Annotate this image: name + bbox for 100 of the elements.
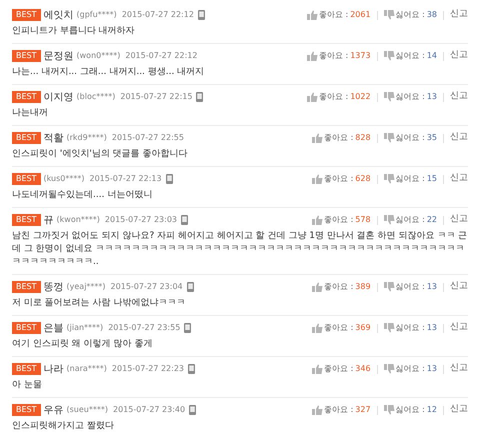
thumbs-down-icon — [384, 282, 395, 292]
like-count: 828 — [355, 132, 371, 144]
user-id: (kwon****) — [56, 214, 100, 226]
like-count: 2061 — [350, 9, 371, 21]
dislike-count: 13 — [426, 363, 437, 375]
dislike-label: 싫어요 : — [396, 9, 425, 21]
like-count: 628 — [355, 173, 371, 185]
like-label: 좋아요 : — [324, 322, 354, 334]
report-link[interactable]: 신고 — [450, 172, 468, 186]
best-badge: BEST — [12, 363, 41, 375]
report-link[interactable]: 신고 — [450, 8, 468, 22]
comment-text: 인피니트가 부릅니다 내꺼하자 — [12, 25, 136, 38]
dislike-label: 싫어요 : — [396, 173, 425, 185]
dislike-label: 싫어요 : — [396, 322, 425, 334]
like-label: 좋아요 : — [324, 404, 354, 416]
dislike-count: 13 — [426, 91, 437, 103]
user-id: (nara****) — [66, 363, 107, 375]
dislike-count: 12 — [426, 404, 437, 416]
report-link[interactable]: 신고 — [450, 362, 468, 376]
user-id: (yeaj****) — [66, 281, 106, 293]
report-link[interactable]: 신고 — [450, 280, 468, 294]
comment-text: 나는내꺼 — [12, 107, 49, 120]
best-badge: BEST — [12, 91, 41, 103]
thumbs-up-icon — [312, 323, 324, 333]
like-count: 346 — [355, 363, 371, 375]
user-id: (bloc****) — [76, 91, 116, 103]
comment-text: 인스피릿해가지고 짤렸다 — [12, 420, 115, 433]
nickname: 문정원 — [44, 50, 74, 64]
dislike-label: 싫어요 : — [396, 281, 425, 293]
comment-text: 저 미로 풀어보려는 사람 나밖에없냐ㅋㅋㅋ — [12, 297, 186, 310]
like-count: 389 — [355, 281, 371, 293]
report-link[interactable]: 신고 — [450, 131, 468, 145]
report-link[interactable]: 신고 — [450, 49, 468, 63]
report-link[interactable]: 신고 — [450, 403, 468, 417]
comment-date: 2015-07-27 22:23 — [112, 363, 184, 375]
thumbs-up-icon — [312, 282, 324, 292]
dislike-label: 싫어요 : — [396, 50, 425, 62]
comment-text: 남친 그까짓거 없어도 되지 않나요? 자피 헤어지고 헤어지고 할 건데 그냥 1명 만나서 결혼 하면 되잖아요 ㅋㅋ 근데 그 한명이 없네요 ㅋㅋㅋㅋㅋㅋㅋㅋㅋㅋㅋㅋㅋㅋㅋㅋㅋㅋㅋㅋㅋㅋㅋㅋㅋㅋㅋㅋㅋㅋㅋㅋㅋㅋㅋㅋㅋㅋㅋㅋㅋㅋㅋㅋㅋㅋㅋㅋㅋㅋ.. — [12, 230, 468, 269]
thumbs-up-icon — [312, 364, 324, 374]
like-count: 1373 — [350, 50, 371, 62]
nickname: 우유 — [44, 404, 64, 418]
thumbs-down-icon — [384, 364, 395, 374]
like-label: 좋아요 : — [324, 132, 354, 144]
comment-date: 2015-07-27 23:55 — [108, 322, 180, 334]
best-badge: BEST — [12, 214, 41, 226]
nickname: 뀨 — [44, 214, 54, 228]
like-label: 좋아요 : — [324, 214, 354, 226]
best-badge: BEST — [12, 50, 41, 62]
comment-date: 2015-07-27 22:13 — [89, 173, 162, 185]
comment-text: 나는... 내꺼지... 그래... 내꺼지... 평생... 내꺼지 — [12, 66, 206, 79]
thumbs-down-icon — [384, 215, 395, 225]
nickname: 나라 — [44, 362, 64, 376]
comment-date: 2015-07-27 22:55 — [112, 132, 184, 144]
dislike-label: 싫어요 : — [396, 214, 425, 226]
user-id: (gpfu****) — [76, 9, 117, 21]
dislike-count: 13 — [426, 322, 437, 334]
dislike-count: 38 — [426, 9, 437, 21]
like-label: 좋아요 : — [324, 363, 354, 375]
comment-date: 2015-07-27 23:04 — [110, 281, 183, 293]
user-id: (rkd9****) — [66, 132, 107, 144]
best-badge: BEST — [12, 132, 41, 144]
dislike-label: 싫어요 : — [396, 132, 425, 144]
thumbs-up-icon — [312, 133, 324, 143]
best-badge: BEST — [12, 404, 41, 416]
thumbs-down-icon — [384, 133, 395, 143]
nickname: 이지영 — [44, 90, 74, 104]
dislike-label: 싫어요 : — [396, 363, 425, 375]
dislike-count: 35 — [426, 132, 437, 144]
dislike-count: 15 — [426, 173, 437, 185]
best-badge: BEST — [12, 322, 41, 334]
thumbs-up-icon — [306, 92, 318, 102]
comment-text: 아 눈물 — [12, 379, 43, 392]
best-badge: BEST — [12, 173, 41, 185]
report-link[interactable]: 신고 — [450, 90, 468, 104]
comment-text: 인스피릿이 '에잇치'님의 댓글를 좋아합니다 — [12, 148, 189, 161]
comment-date: 2015-07-27 22:12 — [122, 9, 194, 21]
thumbs-down-icon — [384, 92, 395, 102]
dislike-count: 22 — [426, 214, 437, 226]
comment-text: 여기 인스피릿 왜 이렇게 많아 좋게 — [12, 338, 154, 351]
nickname: 똥껑 — [44, 280, 64, 294]
thumbs-up-icon — [312, 215, 324, 225]
report-link[interactable]: 신고 — [450, 321, 468, 335]
comment-date: 2015-07-27 22:15 — [120, 91, 192, 103]
best-badge: BEST — [12, 9, 41, 21]
nickname: 은블 — [44, 322, 64, 336]
thumbs-up-icon — [312, 405, 324, 415]
like-count: 369 — [355, 322, 371, 334]
thumbs-up-icon — [312, 174, 324, 184]
thumbs-up-icon — [306, 10, 318, 20]
like-label: 좋아요 : — [324, 173, 354, 185]
like-count: 1022 — [350, 91, 371, 103]
thumbs-down-icon — [384, 10, 395, 20]
user-id: (won0****) — [76, 50, 120, 62]
like-label: 좋아요 : — [318, 91, 348, 103]
like-count: 578 — [355, 214, 371, 226]
like-label: 좋아요 : — [324, 281, 354, 293]
user-id: (kus0****) — [44, 173, 84, 185]
report-link[interactable]: 신고 — [450, 213, 468, 227]
thumbs-up-icon — [306, 51, 318, 61]
user-id: (jian****) — [66, 322, 104, 334]
